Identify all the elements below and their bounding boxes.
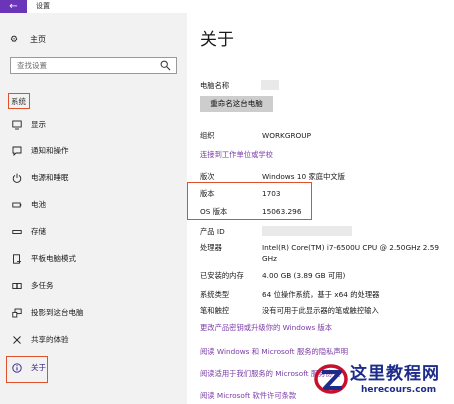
- pen-touch-value: 没有可用于此显示器的笔或触控输入: [262, 306, 379, 315]
- sidebar-item-label: 平板电脑模式: [31, 254, 76, 263]
- highlight-box-version: [187, 182, 312, 220]
- processor-value-line2: GHz: [262, 254, 277, 263]
- watermark-title: 这里教程网: [350, 364, 440, 384]
- org-label: 组织: [200, 131, 215, 140]
- sidebar-item-multitask[interactable]: 多任务: [0, 278, 187, 294]
- back-button[interactable]: ←: [0, 0, 27, 13]
- sidebar-item-project[interactable]: 投影到这台电脑: [0, 305, 187, 321]
- highlight-box-about: [6, 356, 48, 383]
- sidebar-item-power[interactable]: 电源和睡眠: [0, 170, 187, 186]
- share-icon: [13, 336, 21, 344]
- title-bar: [0, 0, 454, 13]
- gear-icon: ⚙: [10, 35, 19, 45]
- sidebar-item-storage[interactable]: 存储: [0, 224, 187, 240]
- sidebar-item-label: 多任务: [31, 281, 54, 290]
- connect-work-link[interactable]: 连接到工作单位或学校: [200, 149, 273, 160]
- page-title: 关于: [200, 30, 234, 50]
- tablet-mode-icon: [13, 254, 21, 264]
- sidebar-item-label: 电池: [31, 200, 46, 209]
- search-icon: [160, 60, 171, 71]
- power-icon: [12, 173, 22, 183]
- sidebar-item-label: 投影到这台电脑: [31, 308, 84, 317]
- privacy-statement-link[interactable]: 阅读 Windows 和 Microsoft 服务的隐私声明: [200, 346, 348, 357]
- license-terms-link[interactable]: 阅读 Microsoft 软件许可条款: [200, 390, 296, 401]
- sidebar-item-battery[interactable]: 电池: [0, 197, 187, 213]
- sidebar-item-label: 通知和操作: [31, 146, 69, 155]
- project-icon: [12, 308, 22, 318]
- sidebar-item-label: 存储: [31, 227, 46, 236]
- product-id-value-redacted: [262, 226, 352, 236]
- system-type-label: 系统类型: [200, 290, 230, 299]
- product-id-label: 产品 ID: [200, 227, 225, 236]
- watermark-logo-icon: [314, 364, 348, 394]
- sidebar-item-label: 显示: [31, 120, 46, 129]
- notification-icon: [12, 146, 22, 156]
- org-value: WORKGROUP: [262, 131, 312, 140]
- monitor-icon: [12, 120, 22, 130]
- sidebar-item-shared-experience[interactable]: 共享的体验: [0, 332, 187, 348]
- processor-value-line1: Intel(R) Core(TM) i7-6500U CPU @ 2.50GHz…: [262, 243, 439, 252]
- search-placeholder: 查找设置: [17, 61, 47, 70]
- search-input[interactable]: 查找设置: [10, 57, 177, 74]
- storage-icon: [12, 230, 22, 234]
- edition-label: 版次: [200, 172, 215, 181]
- highlight-box-section: [8, 93, 30, 109]
- processor-label: 处理器: [200, 243, 222, 252]
- change-product-key-link[interactable]: 更改产品密钥或升级你的 Windows 版本: [200, 322, 332, 333]
- system-type-value: 64 位操作系统，基于 x64 的处理器: [262, 290, 380, 299]
- sidebar-item-notifications[interactable]: 通知和操作: [0, 143, 187, 159]
- edition-value: Windows 10 家庭中文版: [262, 172, 345, 181]
- sidebar-item-label: 共享的体验: [31, 335, 69, 344]
- ram-value: 4.00 GB (3.89 GB 可用): [262, 271, 346, 280]
- pc-name-label: 电脑名称: [200, 81, 230, 90]
- sidebar-item-tablet-mode[interactable]: 平板电脑模式: [0, 251, 187, 267]
- ram-label: 已安装的内存: [200, 271, 244, 280]
- battery-icon: [12, 202, 22, 208]
- window-title: 设置: [36, 2, 50, 10]
- multitask-icon: [12, 283, 22, 289]
- pc-name-value-redacted: [261, 80, 279, 90]
- pen-touch-label: 笔和触控: [200, 306, 230, 315]
- sidebar-item-label: 电源和睡眠: [31, 173, 69, 182]
- sidebar-item-display[interactable]: 显示: [0, 117, 187, 133]
- watermark-subtitle: herecours.com: [361, 385, 437, 395]
- rename-pc-button[interactable]: 重命名这台电脑: [200, 96, 273, 112]
- nav-home-label: 主页: [30, 35, 46, 44]
- back-arrow-icon: ←: [9, 1, 18, 12]
